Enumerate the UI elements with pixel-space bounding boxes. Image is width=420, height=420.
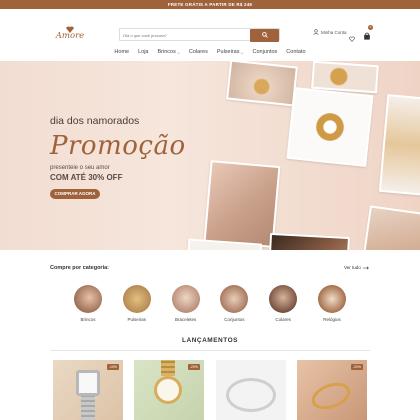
nav-item-label: Home <box>114 49 130 55</box>
hero-subtitle: dia dos namorados <box>50 115 140 127</box>
section-divider <box>50 350 370 351</box>
category-relogios[interactable]: Relógios <box>314 285 350 322</box>
product-card[interactable]: -20% <box>297 360 367 420</box>
nav-item-label: Colares <box>188 49 208 55</box>
hero-discount: COM ATÉ 30% OFF <box>50 173 123 182</box>
category-section-title: Compre por categoria: <box>50 265 109 271</box>
category-label: Brincos <box>80 317 96 322</box>
hero-title: Promoção <box>50 131 186 161</box>
discount-badge: -20% <box>187 364 200 370</box>
nav-item-label: Brincos <box>157 49 176 55</box>
category-image <box>74 285 102 313</box>
photo-hand-rings <box>226 61 298 107</box>
category-list: Brincos Pulseiras Braceletes Conjuntos C… <box>50 285 370 322</box>
category-image <box>269 285 298 313</box>
nav-item-label: Pulseiras <box>216 49 240 55</box>
category-image <box>171 285 200 313</box>
cart-button[interactable]: 0 <box>363 25 373 45</box>
photo-rings-stack <box>378 94 420 196</box>
product-card[interactable] <box>216 360 286 420</box>
category-image <box>122 285 151 313</box>
promo-topbar-text: FRETE GRÁTIS A PARTIR DE R$ 249 <box>167 2 253 7</box>
site-header: Amore Minha Conta 0 Home Loja Bri <box>0 9 420 55</box>
search-icon <box>261 32 268 38</box>
see-all-link[interactable]: Ver tudo <box>344 265 369 270</box>
category-colares[interactable]: Colares <box>265 285 301 322</box>
brand-logo[interactable]: Amore <box>50 23 90 45</box>
photo-gold-hoops <box>311 61 379 94</box>
category-braceletes[interactable]: Braceletes <box>168 285 204 322</box>
nav-item-label: Contato <box>286 49 306 55</box>
product-image-band <box>81 396 95 420</box>
discount-badge: -20% <box>350 364 363 370</box>
nav-item-brincos[interactable]: Brincos ⌵ <box>158 47 180 57</box>
category-image <box>220 285 249 313</box>
see-all-label: Ver tudo <box>344 265 361 270</box>
search-bar <box>119 28 280 42</box>
search-input[interactable] <box>120 29 250 41</box>
nav-item-home[interactable]: Home <box>114 47 129 57</box>
product-card[interactable]: -20% <box>134 360 204 420</box>
heart-icon <box>349 36 355 42</box>
photo-model-portrait <box>266 232 350 250</box>
category-brincos[interactable]: Brincos <box>70 285 106 322</box>
cart-count-badge: 0 <box>368 25 373 30</box>
category-conjuntos[interactable]: Conjuntos <box>216 285 252 322</box>
chevron-down-icon: ⌵ <box>240 49 244 55</box>
product-image-band <box>161 360 175 376</box>
brand-name: Amore <box>55 31 85 41</box>
promo-topbar: FRETE GRÁTIS A PARTIR DE R$ 249 <box>0 0 420 9</box>
photo-hoop-earrings <box>286 87 374 167</box>
chevron-down-icon: ⌵ <box>176 49 180 55</box>
hero-tagline: presenteie o seu amor <box>50 165 110 171</box>
nav-item-loja[interactable]: Loja <box>138 47 148 57</box>
category-label: Braceletes <box>174 317 197 322</box>
category-label: Relógios <box>323 317 341 322</box>
category-pulseiras[interactable]: Pulseiras <box>119 285 155 322</box>
discount-badge: -10% <box>106 364 119 370</box>
category-label: Colares <box>275 317 291 322</box>
main-nav: Home Loja Brincos ⌵ Colares Pulseiras ⌵ Co… <box>0 47 420 57</box>
hero-banner[interactable]: dia dos namorados Promoção presenteie o … <box>0 61 420 250</box>
photo-drop-earring <box>358 205 420 250</box>
product-card[interactable]: -10% <box>53 360 123 420</box>
nav-item-label: Loja <box>138 49 149 55</box>
product-image-watch <box>76 370 100 396</box>
product-image-bangle <box>226 378 276 412</box>
shopping-bag-icon <box>364 32 370 40</box>
product-image-watch <box>154 376 182 404</box>
nav-item-pulseiras[interactable]: Pulseiras ⌵ <box>217 47 244 57</box>
account-label: Minha Conta <box>321 29 347 35</box>
user-icon <box>313 29 319 35</box>
wishlist-button[interactable] <box>349 29 355 47</box>
nav-item-conjuntos[interactable]: Conjuntos <box>253 47 278 57</box>
arrow-right-icon <box>362 265 369 270</box>
photo-earring-model <box>203 160 281 248</box>
nav-item-label: Conjuntos <box>252 49 278 55</box>
account-link[interactable]: Minha Conta <box>313 29 347 35</box>
nav-item-contato[interactable]: Contato <box>286 47 305 57</box>
shop-now-button[interactable]: COMPRAR AGORA <box>50 189 100 199</box>
category-label: Pulseiras <box>127 317 147 322</box>
nav-item-colares[interactable]: Colares <box>189 47 208 57</box>
product-image-ring <box>308 377 354 415</box>
launches-title: LANÇAMENTOS <box>182 337 238 344</box>
category-image <box>317 285 346 313</box>
category-label: Conjuntos <box>224 317 245 322</box>
search-button[interactable] <box>250 28 279 42</box>
